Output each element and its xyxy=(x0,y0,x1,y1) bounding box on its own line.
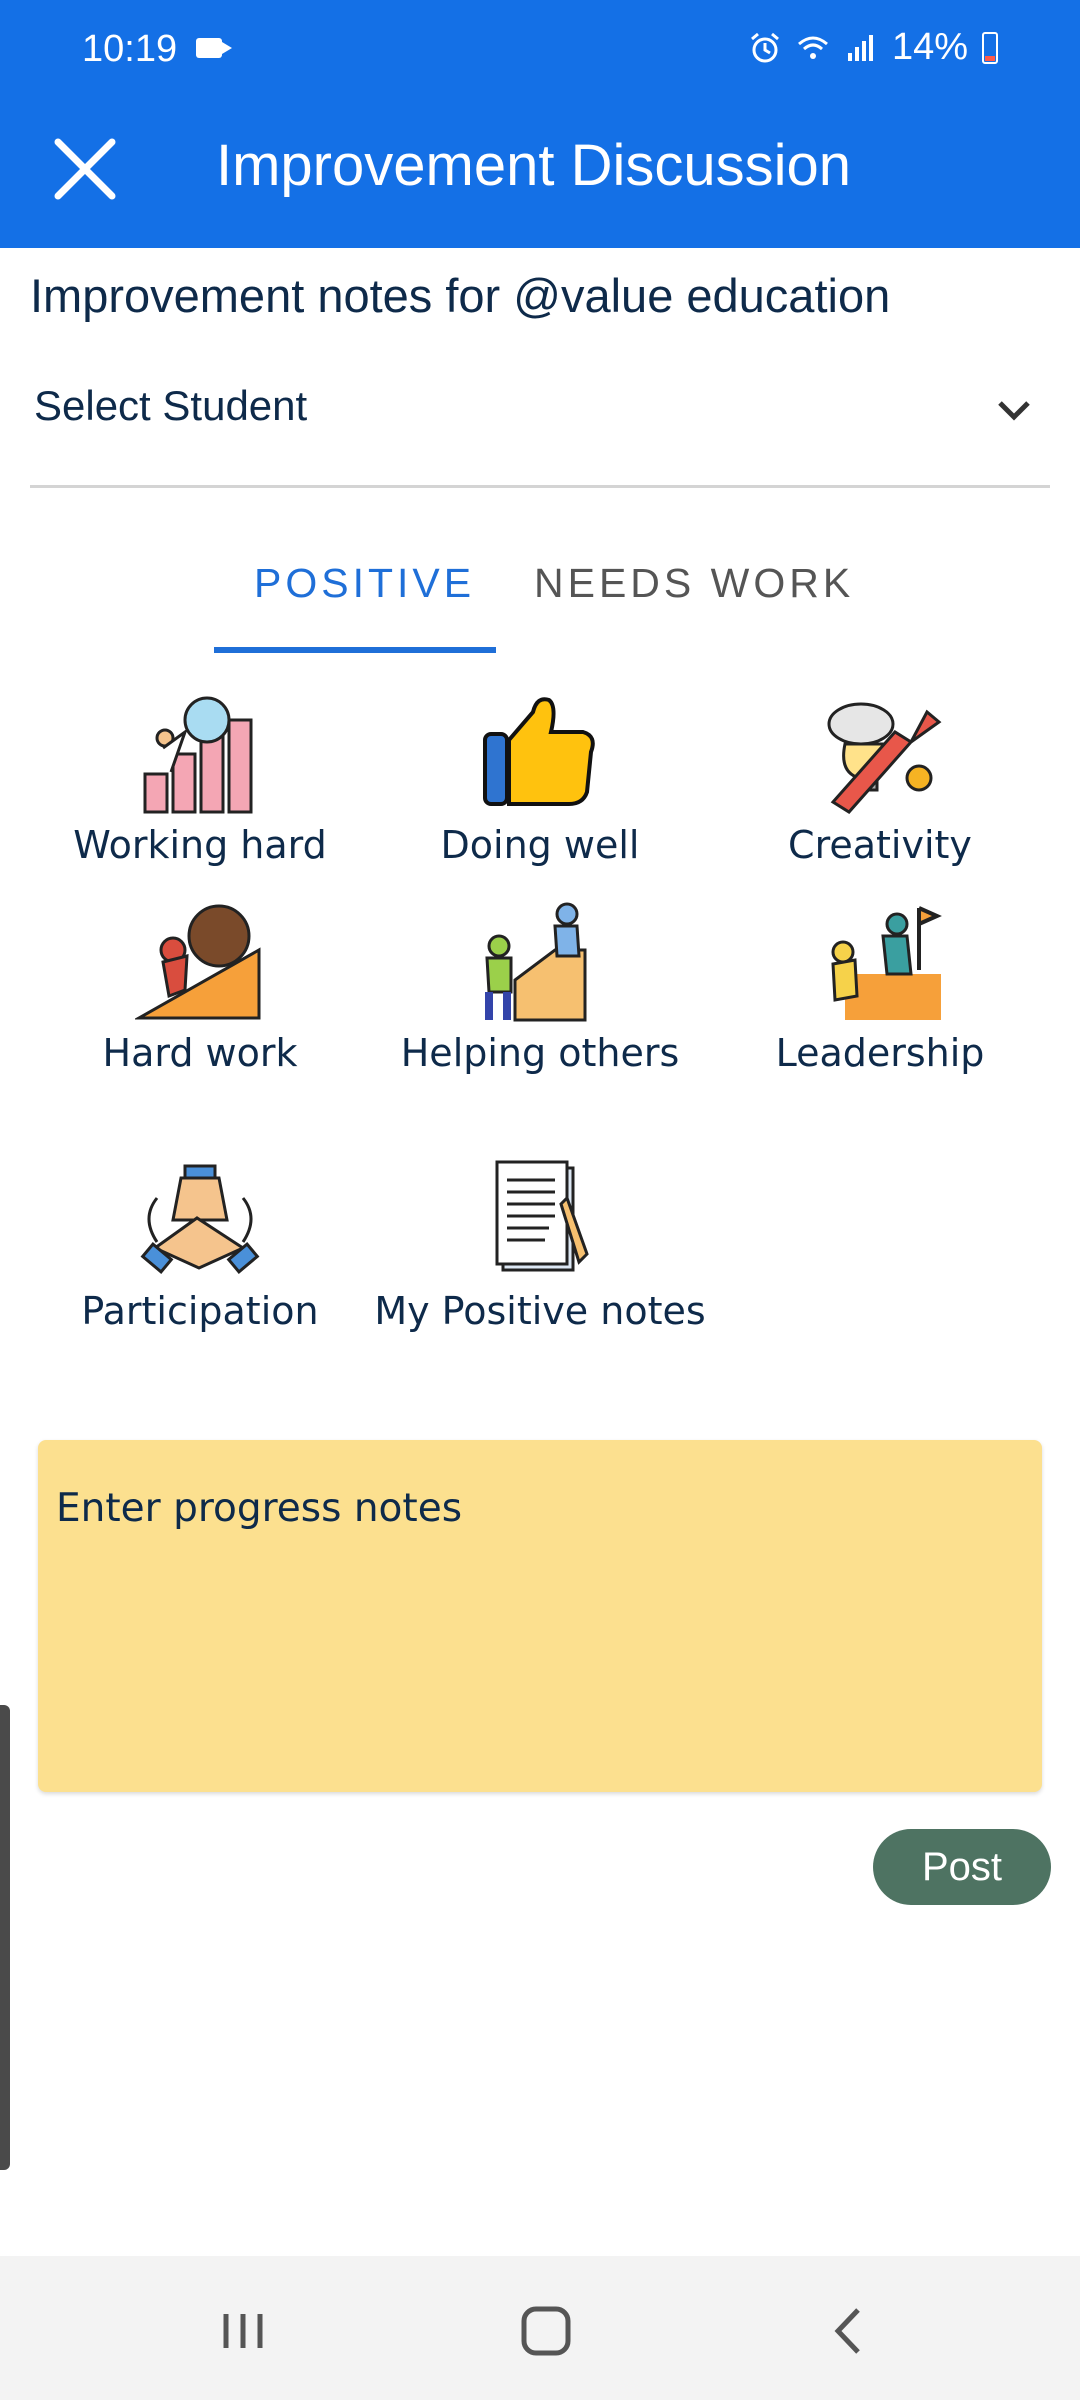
creativity-icon xyxy=(827,702,942,814)
category-label: Hard work xyxy=(102,1031,298,1075)
status-icons: 14% xyxy=(748,26,998,69)
working-hard-icon xyxy=(143,696,253,814)
recent-apps-icon[interactable] xyxy=(208,2296,278,2366)
battery-icon xyxy=(982,31,998,64)
wifi-icon xyxy=(797,36,828,59)
category-label: Participation xyxy=(81,1289,319,1333)
notes-document-icon xyxy=(495,1160,589,1272)
category-hard-work[interactable]: Hard work xyxy=(30,900,370,1079)
improvement-notes-heading: Improvement notes for @value education xyxy=(30,269,891,322)
tab-positive[interactable]: POSITIVE xyxy=(254,560,475,607)
status-bar: 10:19 14% xyxy=(0,0,1080,100)
progress-notes-placeholder: Enter progress notes xyxy=(56,1486,463,1531)
edge-panel-handle[interactable] xyxy=(0,1705,10,2170)
category-label: Leadership xyxy=(775,1031,985,1075)
post-button[interactable]: Post xyxy=(873,1829,1051,1905)
category-doing-well[interactable]: Doing well xyxy=(370,692,710,871)
page-title: Improvement Discussion xyxy=(216,133,851,198)
category-participation[interactable]: Participation xyxy=(30,1158,370,1337)
video-camera-icon xyxy=(196,38,232,58)
close-icon[interactable] xyxy=(40,124,130,214)
thumbs-up-icon xyxy=(483,697,595,806)
select-student-dropdown[interactable]: Select Student xyxy=(30,370,1050,488)
tab-bar: POSITIVE NEEDS WORK xyxy=(0,540,1080,656)
signal-icon xyxy=(847,34,873,61)
app-bar: Improvement Discussion xyxy=(0,100,1080,248)
category-label: Creativity xyxy=(788,823,972,867)
alarm-icon xyxy=(750,32,779,62)
system-nav-bar xyxy=(0,2256,1080,2400)
category-helping-others[interactable]: Helping others xyxy=(370,900,710,1079)
category-leadership[interactable]: Leadership xyxy=(710,900,1050,1079)
home-icon[interactable] xyxy=(511,2296,581,2366)
battery-percent: 14% xyxy=(891,26,968,68)
category-label: Helping others xyxy=(400,1031,680,1075)
hard-work-icon xyxy=(135,904,261,1020)
category-my-positive-notes[interactable]: My Positive notes xyxy=(370,1158,710,1337)
tab-indicator xyxy=(214,647,496,653)
tab-needs-work[interactable]: NEEDS WORK xyxy=(534,560,854,607)
category-label: Doing well xyxy=(440,823,640,867)
leadership-icon xyxy=(831,906,942,1020)
category-label: My Positive notes xyxy=(374,1289,706,1333)
chevron-down-icon xyxy=(998,401,1030,421)
category-working-hard[interactable]: Working hard xyxy=(30,692,370,871)
category-creativity[interactable]: Creativity xyxy=(710,692,1050,871)
select-student-label: Select Student xyxy=(34,382,308,429)
back-icon[interactable] xyxy=(814,2296,884,2366)
progress-notes-input[interactable]: Enter progress notes xyxy=(38,1440,1042,1792)
status-time: 10:19 xyxy=(82,28,178,70)
helping-others-icon xyxy=(485,902,587,1022)
category-label: Working hard xyxy=(73,823,327,867)
participation-icon xyxy=(140,1164,260,1274)
